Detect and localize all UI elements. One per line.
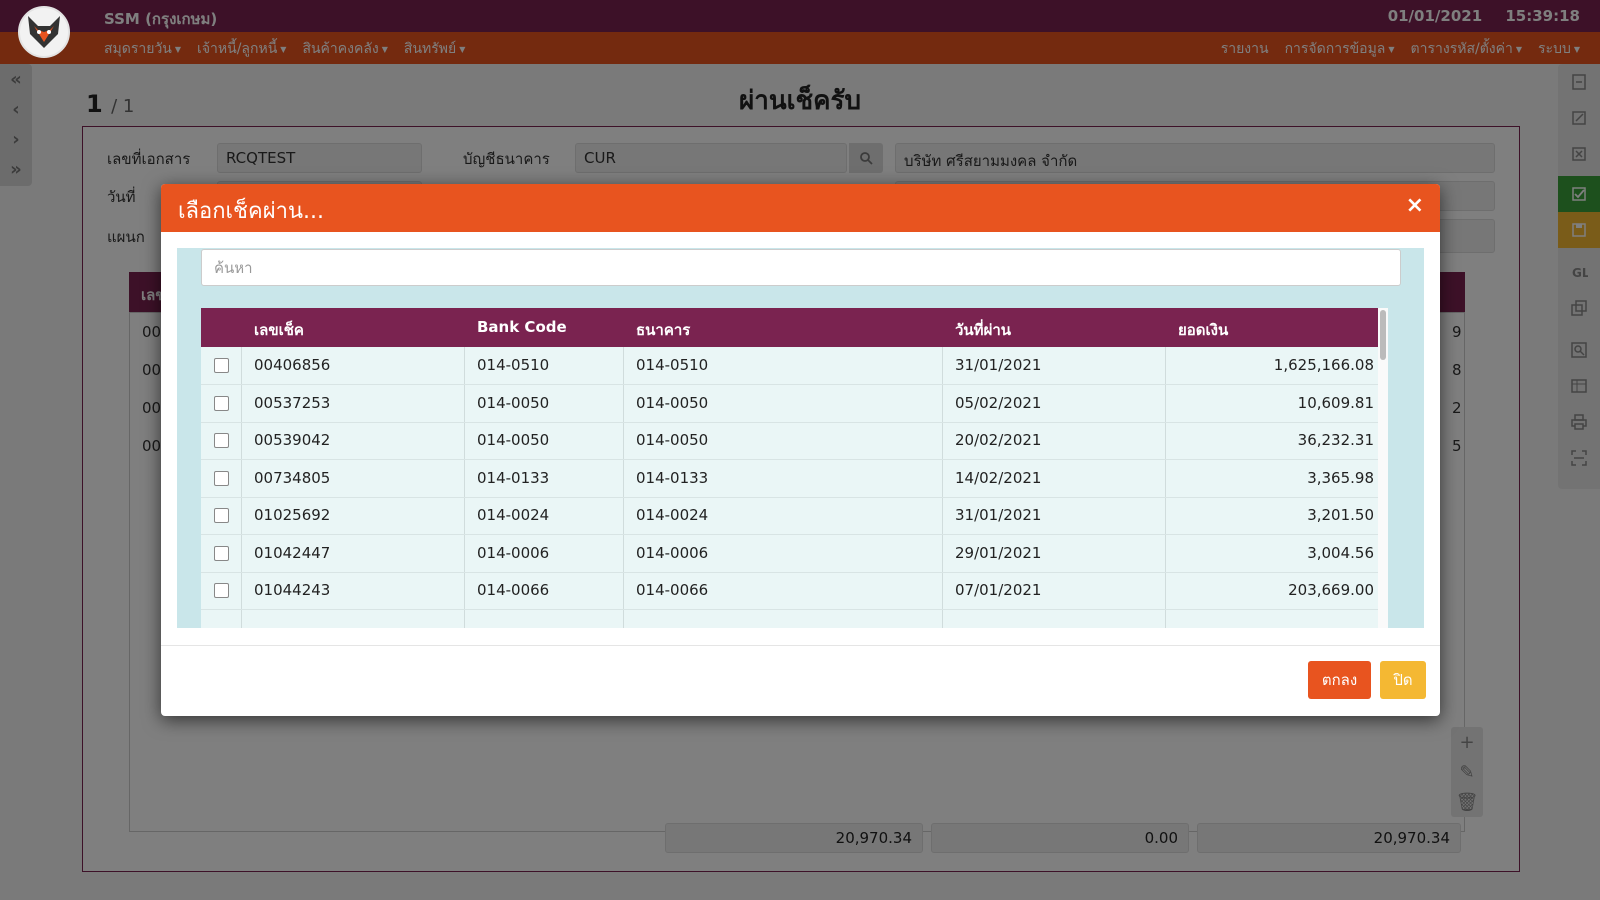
row-checkbox[interactable]: [214, 508, 229, 523]
cell-amount: 1,625,166.08: [1273, 356, 1374, 374]
cheque-table: เลขเช็ค Bank Code ธนาคาร วันที่ผ่าน ยอดเ…: [201, 308, 1388, 628]
search-input[interactable]: [201, 249, 1401, 286]
cell-bank-code: 014-0050: [477, 393, 550, 412]
modal-body: เลขเช็ค Bank Code ธนาคาร วันที่ผ่าน ยอดเ…: [177, 248, 1424, 628]
cell-cheque-no: 01042447: [254, 543, 331, 562]
cell-cheque-no: 00539042: [254, 431, 331, 449]
row-checkbox[interactable]: [214, 395, 229, 411]
table-row[interactable]: 00734805 014-0133 014-0133 14/02/2021 3,365.…: [201, 460, 1388, 498]
modal-title: เลือกเช็คผ่าน...: [178, 199, 324, 224]
cell-pass-date: 07/01/2021: [955, 581, 1042, 599]
col-bank[interactable]: ธนาคาร: [636, 318, 690, 342]
cell-amount: 36,232.31: [1297, 431, 1374, 449]
cell-bank: 014-0050: [636, 393, 709, 412]
cell-bank: 014-0024: [636, 506, 709, 524]
modal-header: เลือกเช็คผ่าน... ×: [161, 184, 1440, 232]
col-cheque-no[interactable]: เลขเช็ค: [254, 318, 304, 342]
cell-amount: 3,201.50: [1307, 506, 1374, 524]
cell-pass-date: 05/02/2021: [955, 393, 1042, 412]
close-icon[interactable]: ×: [1406, 193, 1424, 218]
ok-button[interactable]: ตกลง: [1308, 661, 1371, 699]
cell-bank: 014-0133: [636, 468, 709, 487]
cell-cheque-no: 00537253: [254, 393, 331, 412]
row-checkbox[interactable]: [214, 583, 229, 598]
cell-bank-code: 014-0066: [477, 581, 550, 599]
table-row[interactable]: 00537253 014-0050 014-0050 05/02/2021 10,609…: [201, 385, 1388, 423]
cell-bank: 014-0066: [636, 581, 709, 599]
cell-cheque-no: 00406856: [254, 356, 331, 374]
cell-bank: 014-0510: [636, 356, 709, 374]
cell-cheque-no: 00734805: [254, 468, 331, 487]
cell-pass-date: 31/01/2021: [955, 356, 1042, 374]
table-row[interactable]: 00539042 014-0050 014-0050 20/02/2021 36,232…: [201, 422, 1388, 460]
col-pass-date[interactable]: วันที่ผ่าน: [955, 318, 1011, 342]
cell-bank: 014-0050: [636, 431, 709, 449]
scrollbar-thumb[interactable]: [1380, 310, 1386, 360]
table-header: เลขเช็ค Bank Code ธนาคาร วันที่ผ่าน ยอดเ…: [201, 308, 1388, 347]
row-checkbox[interactable]: [214, 433, 229, 448]
cell-cheque-no: 01025692: [254, 506, 331, 524]
cell-amount: 3,365.98: [1307, 468, 1374, 487]
table-row[interactable]: 01044243 014-0066 014-0066 07/01/2021 203,66…: [201, 572, 1388, 610]
col-amount[interactable]: ยอดเงิน: [1178, 318, 1228, 342]
table-row[interactable]: 00406856 014-0510 014-0510 31/01/2021 1,625,…: [201, 347, 1388, 385]
cell-bank-code: 014-0050: [477, 431, 550, 449]
fox-logo-icon[interactable]: [18, 6, 70, 58]
cell-cheque-no: 01044243: [254, 581, 331, 599]
cell-bank-code: 014-0133: [477, 468, 550, 487]
cell-amount: 3,004.56: [1307, 543, 1374, 562]
row-checkbox[interactable]: [214, 545, 229, 561]
cell-bank-code: 014-0024: [477, 506, 550, 524]
cell-amount: 203,669.00: [1288, 581, 1374, 599]
select-cheque-modal: เลือกเช็คผ่าน... × เลขเช็ค Bank Code ธนา…: [161, 184, 1440, 716]
cell-pass-date: 31/01/2021: [955, 506, 1042, 524]
table-row[interactable]: 01025692 014-0024 014-0024 31/01/2021 3,201.…: [201, 497, 1388, 535]
cell-bank: 014-0006: [636, 543, 709, 562]
cell-bank-code: 014-0006: [477, 543, 550, 562]
cell-pass-date: 29/01/2021: [955, 543, 1042, 562]
modal-footer: ตกลง ปิด: [161, 645, 1440, 716]
row-checkbox[interactable]: [214, 358, 229, 373]
cell-bank-code: 014-0510: [477, 356, 550, 374]
cell-pass-date: 20/02/2021: [955, 431, 1042, 449]
cell-amount: 10,609.81: [1297, 393, 1374, 412]
close-button[interactable]: ปิด: [1380, 661, 1426, 699]
col-bank-code[interactable]: Bank Code: [477, 318, 567, 336]
row-checkbox[interactable]: [214, 470, 229, 486]
table-row[interactable]: 01042447 014-0006 014-0006 29/01/2021 3,004.…: [201, 535, 1388, 573]
cell-pass-date: 14/02/2021: [955, 468, 1042, 487]
table-scrollbar[interactable]: [1378, 308, 1388, 628]
